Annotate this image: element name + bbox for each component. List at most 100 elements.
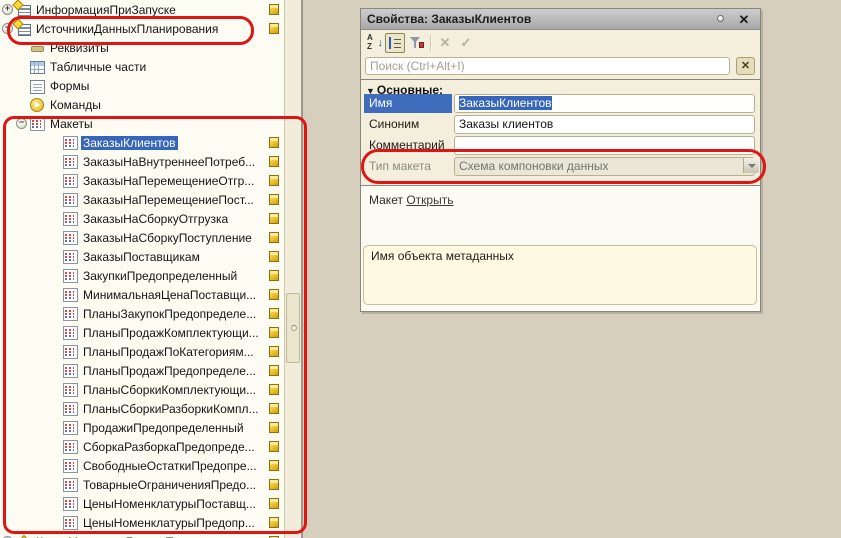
tree-item-label: ИсточникиДанныхПланирования [34,22,220,36]
supplier-object-cube-icon [269,441,279,452]
layout-icon [63,364,77,377]
tree-item-label: ИнформацияПриЗапуске [34,3,178,17]
layout-icon [63,193,77,206]
search-row: ✕ [361,55,760,78]
settings-icon[interactable] [406,33,426,53]
name-field-value: ЗаказыКлиентов [459,96,552,110]
tree-item-label: ПланыСборкиРазборкиКомпл... [81,402,261,416]
combo-dropdown-icon[interactable] [743,158,759,173]
open-layout-link[interactable]: Открыть [406,193,453,207]
supplier-object-cube-icon [269,270,279,281]
tree-item[interactable]: СвободныеОстаткиПредопре... [0,456,284,475]
pin-icon[interactable] [717,15,724,22]
tree-item-label: ЗаказыНаПеремещениеОтгр... [81,174,256,188]
layout-icon [63,478,77,491]
display-by-categories-icon[interactable] [385,33,405,53]
properties-window: Свойства: ЗаказыКлиентов ✕ A Z ↓ ✕ ✓ ✕ ▼… [360,8,761,312]
tree-item[interactable]: ЦеныНоменклатурыПредопр... [0,513,284,532]
tree-item-label: ЦеныНоменклатурыПредопр... [81,516,257,530]
supplier-object-cube-icon [269,479,279,490]
layout-open-row: Макет Открыть [369,193,453,207]
layout-icon [63,440,77,453]
metadata-tree: + ИнформацияПриЗапуске − ИсточникиДанныхПла… [0,0,284,538]
supplier-object-cube-icon [269,365,279,376]
layout-icon [63,326,77,339]
tree-item-label: ЗаказыНаВнутреннееПотреб... [81,155,257,169]
tree-item[interactable]: СборкаРазборкаПредопреде... [0,437,284,456]
search-clear-icon[interactable]: ✕ [736,57,755,75]
cancel-icon[interactable]: ✕ [435,33,455,53]
property-label-synonym[interactable]: Синоним [364,115,452,134]
attribute-icon [30,41,44,54]
search-input[interactable] [365,57,730,75]
expand-icon[interactable]: + [2,4,13,15]
layout-icon [63,345,77,358]
tree-item[interactable]: ПланыЗакупокПредопределе... [0,304,284,323]
tree-item-label: СвободныеОстаткиПредопре... [81,459,259,473]
sort-alphabetical-icon[interactable]: A Z ↓ [364,33,384,53]
supplier-object-cube-icon [269,460,279,471]
tree-item-label: ЗаказыКлиентов [81,136,178,150]
tree-item[interactable]: Реквизиты [0,38,284,57]
close-icon[interactable]: ✕ [736,9,752,30]
tree-item[interactable]: ПланыПродажПоКатегориям... [0,342,284,361]
tree-item[interactable]: ЗаказыНаВнутреннееПотреб... [0,152,284,171]
layout-icon [63,250,77,263]
properties-toolbar: A Z ↓ ✕ ✓ [361,30,760,55]
tree-item[interactable]: ЗаказыНаПеремещениеОтгр... [0,171,284,190]
supplier-object-cube-icon [269,498,279,509]
tree-item-label: ПланыСборкиКомплектующи... [81,383,258,397]
command-icon [30,98,44,111]
collapse-icon[interactable]: − [16,118,27,129]
property-label-name[interactable]: Имя [364,94,452,113]
form-icon [30,79,44,92]
tree-item[interactable]: −Макеты [0,114,284,133]
tree-scrollbar-thumb[interactable] [286,293,300,363]
tree-scrollbar[interactable] [284,0,301,538]
tree-item[interactable]: ЗаказыКлиентов [0,133,284,152]
tree-item[interactable]: +КартаМаршрутаБизнесПроцесса [0,532,284,538]
tree-item[interactable]: ПланыСборкиРазборкиКомпл... [0,399,284,418]
datasource-icon [16,3,30,16]
layout-type-combo[interactable]: Схема компоновки данных [454,157,755,176]
property-label-comment[interactable]: Комментарий [364,136,452,155]
tree-item[interactable]: Табличные части [0,57,284,76]
tree-item[interactable]: ПродажиПредопределенный [0,418,284,437]
tree-item[interactable]: ЗаказыНаПеремещениеПост... [0,190,284,209]
supplier-object-cube-icon [269,403,279,414]
toolbar-separator [430,35,432,51]
name-field[interactable]: ЗаказыКлиентов [454,94,755,113]
layout-icon [63,497,77,510]
tree-item[interactable]: ЗакупкиПредопределенный [0,266,284,285]
layout-icon [63,269,77,282]
supplier-object-cube-icon [269,156,279,167]
tree-item[interactable]: ПланыПродажПредопределе... [0,361,284,380]
tree-item[interactable]: ЦеныНоменклатурыПоставщ... [0,494,284,513]
tree-item-label: ПланыПродажПредопределе... [81,364,258,378]
layout-icon [63,231,77,244]
tree-item[interactable]: ТоварныеОграниченияПредо... [0,475,284,494]
properties-window-titlebar: Свойства: ЗаказыКлиентов ✕ [361,9,760,30]
supplier-object-cube-icon [269,137,279,148]
layout-icon [63,136,77,149]
tree-item[interactable]: Формы [0,76,284,95]
tree-item-label: ЗакупкиПредопределенный [81,269,239,283]
collapse-icon[interactable]: − [2,23,13,34]
tree-item[interactable]: ЗаказыНаСборкуОтгрузка [0,209,284,228]
tree-item[interactable]: ЗаказыНаСборкуПоступление [0,228,284,247]
comment-field[interactable] [454,136,755,155]
tree-item[interactable]: ПланыСборкиКомплектующи... [0,380,284,399]
supplier-object-cube-icon [269,4,279,15]
supplier-object-cube-icon [269,194,279,205]
apply-icon[interactable]: ✓ [456,33,476,53]
tree-item[interactable]: + ИнформацияПриЗапуске [0,0,284,19]
datasource-icon [16,22,30,35]
tree-item[interactable]: МинимальнаяЦенаПоставщи... [0,285,284,304]
supplier-object-cube-icon [269,327,279,338]
layout-row-label: Макет [369,193,403,207]
tree-item[interactable]: ЗаказыПоставщикам [0,247,284,266]
synonym-field[interactable]: Заказы клиентов [454,115,755,134]
tree-item[interactable]: − ИсточникиДанныхПланирования [0,19,284,38]
tree-item[interactable]: ПланыПродажКомплектующи... [0,323,284,342]
tree-item[interactable]: Команды [0,95,284,114]
